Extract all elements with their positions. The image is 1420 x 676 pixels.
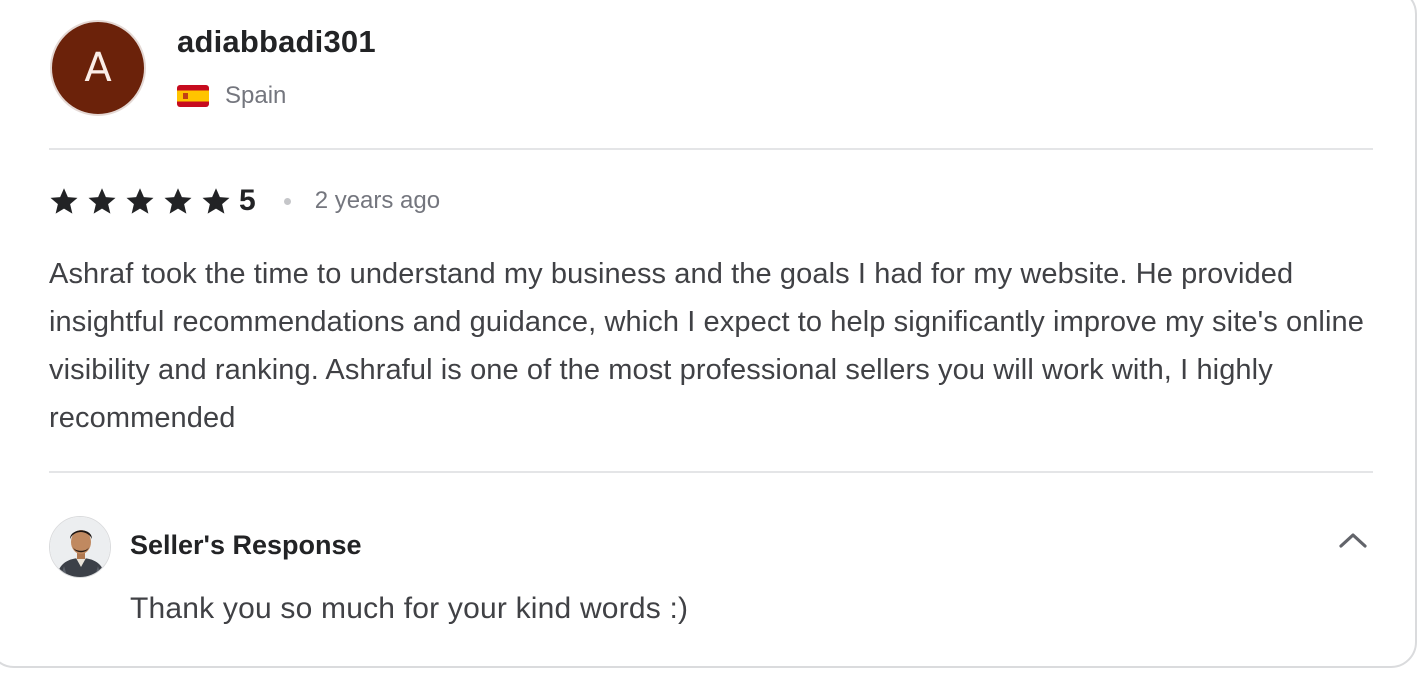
seller-response-text: Thank you so much for your kind words :): [130, 592, 689, 625]
separator-dot: [283, 197, 291, 205]
star-icon: [164, 188, 192, 214]
star-icon: [50, 188, 78, 214]
reviewer-username[interactable]: adiabbadi301: [177, 24, 376, 60]
star-icon: [88, 188, 116, 214]
star-rating: [49, 186, 231, 216]
seller-response-title: Seller's Response: [130, 530, 362, 560]
star-icon: [126, 188, 154, 214]
star-icon: [202, 188, 230, 214]
rating-row: 5 2 years ago: [49, 182, 440, 220]
reviewer-avatar[interactable]: A: [50, 20, 146, 116]
review-text: Ashraf took the time to understand my bu…: [49, 258, 1364, 434]
avatar-initial: A: [84, 45, 112, 91]
divider: [49, 148, 1373, 150]
divider: [49, 471, 1373, 473]
rating-value: 5: [239, 184, 256, 217]
spain-flag-icon: [177, 85, 209, 107]
reviewer-country: Spain: [225, 82, 287, 109]
seller-avatar: [49, 516, 111, 578]
chevron-up-icon[interactable]: [1336, 526, 1370, 552]
review-time: 2 years ago: [314, 187, 441, 214]
